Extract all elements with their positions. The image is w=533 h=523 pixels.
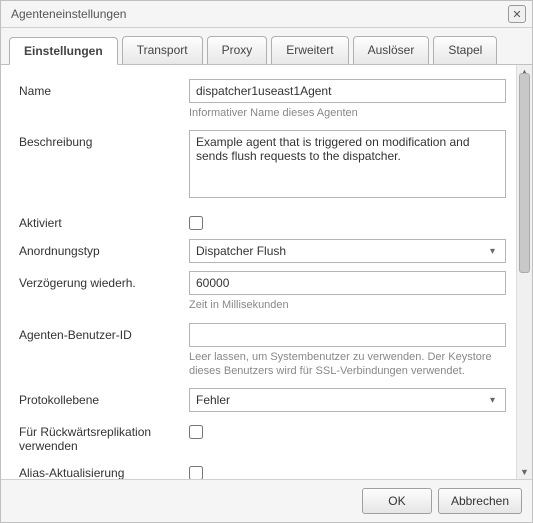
label-name: Name bbox=[19, 79, 189, 98]
close-icon: ✕ bbox=[512, 8, 521, 21]
close-button[interactable]: ✕ bbox=[508, 5, 526, 23]
dialog-title: Agenteneinstellungen bbox=[11, 7, 126, 21]
ok-button[interactable]: OK bbox=[362, 488, 432, 514]
label-log-level: Protokollebene bbox=[19, 388, 189, 407]
tab-bar: Einstellungen Transport Proxy Erweitert … bbox=[1, 28, 532, 65]
label-agent-user-id: Agenten-Benutzer-ID bbox=[19, 323, 189, 342]
tab-settings[interactable]: Einstellungen bbox=[9, 37, 118, 65]
titlebar: Agenteneinstellungen ✕ bbox=[1, 1, 532, 28]
agent-user-id-input[interactable] bbox=[189, 323, 506, 347]
agent-settings-dialog: Agenteneinstellungen ✕ Einstellungen Tra… bbox=[0, 0, 533, 523]
tab-trigger[interactable]: Auslöser bbox=[353, 36, 430, 64]
alias-update-checkbox[interactable] bbox=[189, 466, 203, 479]
serialization-type-value: Dispatcher Flush bbox=[196, 244, 286, 258]
label-description: Beschreibung bbox=[19, 130, 189, 149]
form-area: Name Informativer Name dieses Agenten Be… bbox=[1, 65, 516, 479]
serialization-type-select[interactable]: Dispatcher Flush ▾ bbox=[189, 239, 506, 263]
enabled-checkbox[interactable] bbox=[189, 216, 203, 230]
label-enabled: Aktiviert bbox=[19, 211, 189, 230]
label-alias-update: Alias-Aktualisierung bbox=[19, 461, 189, 479]
reverse-replication-checkbox[interactable] bbox=[189, 425, 203, 439]
hint-retry-delay: Zeit in Millisekunden bbox=[189, 298, 506, 312]
label-reverse-replication: Für Rückwärtsreplikation verwenden bbox=[19, 420, 189, 453]
cancel-button[interactable]: Abbrechen bbox=[438, 488, 522, 514]
log-level-value: Fehler bbox=[196, 393, 230, 407]
log-level-select[interactable]: Fehler ▾ bbox=[189, 388, 506, 412]
name-input[interactable] bbox=[189, 79, 506, 103]
tab-transport[interactable]: Transport bbox=[122, 36, 203, 64]
scroll-thumb[interactable] bbox=[519, 73, 530, 273]
tab-extended[interactable]: Erweitert bbox=[271, 36, 348, 64]
form-body: Name Informativer Name dieses Agenten Be… bbox=[1, 65, 532, 479]
chevron-down-icon: ▾ bbox=[486, 395, 499, 406]
tab-batch[interactable]: Stapel bbox=[433, 36, 497, 64]
scroll-down-icon[interactable]: ▼ bbox=[519, 465, 530, 479]
tab-proxy[interactable]: Proxy bbox=[207, 36, 268, 64]
label-retry-delay: Verzögerung wiederh. bbox=[19, 271, 189, 290]
chevron-down-icon: ▾ bbox=[486, 246, 499, 257]
hint-agent-user-id: Leer lassen, um Systembenutzer zu verwen… bbox=[189, 350, 506, 379]
retry-delay-input[interactable] bbox=[189, 271, 506, 295]
vertical-scrollbar[interactable]: ▲ ▼ bbox=[516, 65, 532, 479]
label-serialization-type: Anordnungstyp bbox=[19, 239, 189, 258]
dialog-footer: OK Abbrechen bbox=[1, 479, 532, 522]
description-textarea[interactable]: Example agent that is triggered on modif… bbox=[189, 130, 506, 198]
hint-name: Informativer Name dieses Agenten bbox=[189, 106, 506, 120]
